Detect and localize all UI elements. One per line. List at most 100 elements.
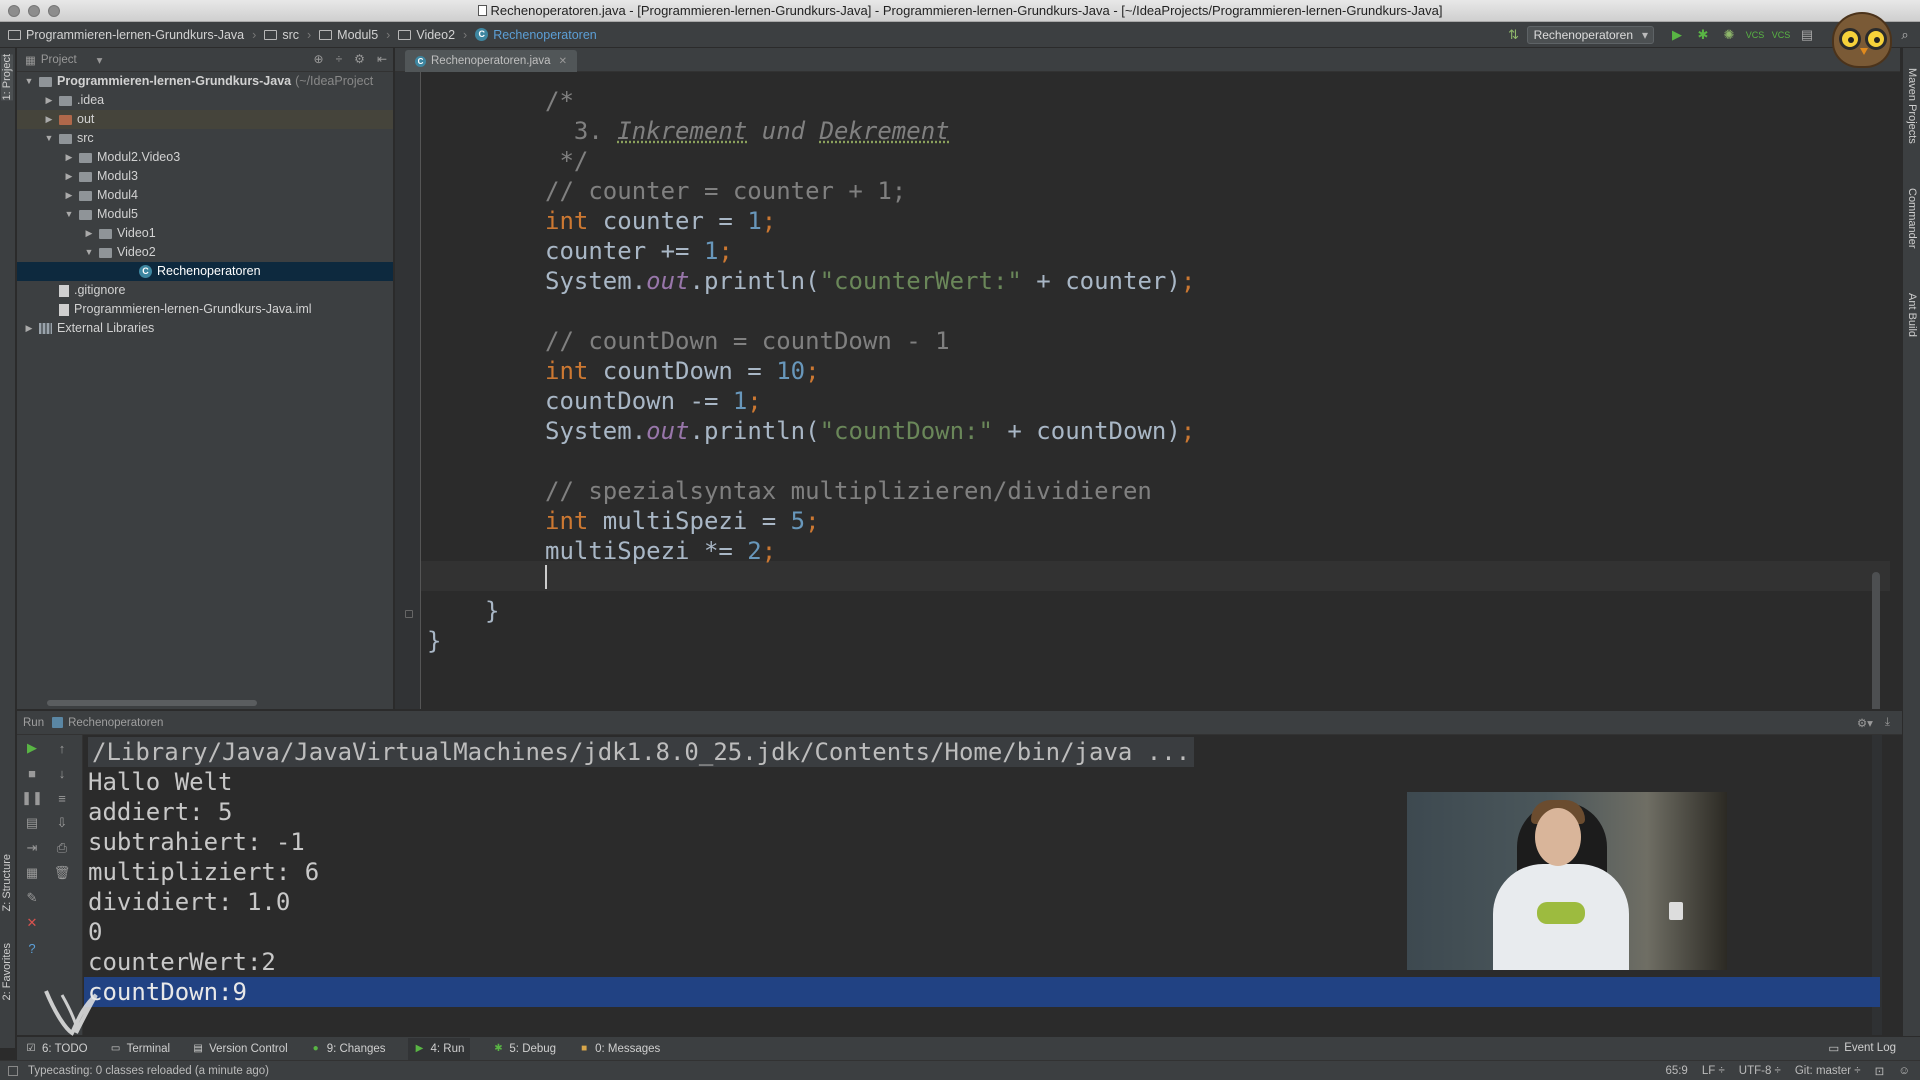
zoom-window-button[interactable] — [48, 5, 60, 17]
expanded-arrow-icon[interactable]: ▼ — [23, 72, 35, 91]
trash-icon[interactable]: 🗑 — [53, 864, 71, 882]
favorites-tool-tab[interactable]: 2: Favorites — [1, 943, 13, 1000]
tree-row[interactable]: ▶ out — [17, 110, 393, 129]
layout-icon[interactable]: ▦ — [23, 864, 41, 882]
run-play-icon[interactable]: ▶ — [1667, 25, 1687, 45]
debug-tool-button[interactable]: ✱ 5: Debug — [492, 1043, 556, 1055]
breadcrumb-src[interactable]: src › — [264, 28, 311, 42]
vcs-commit-icon[interactable]: VCS — [1771, 25, 1791, 45]
scroll-to-end-icon[interactable]: ⇩ — [53, 814, 71, 832]
collapsed-arrow-icon[interactable]: ▶ — [43, 110, 55, 129]
hide-panel-icon[interactable]: ⇤ — [377, 52, 387, 66]
caret-position[interactable]: 65:9 — [1665, 1065, 1687, 1077]
debug-bug-icon[interactable]: ✱ — [1693, 25, 1713, 45]
close-window-button[interactable] — [8, 5, 20, 17]
version-control-tool-button[interactable]: ▤ Version Control — [192, 1043, 287, 1055]
changes-tool-button[interactable]: ● 9: Changes — [310, 1043, 386, 1055]
search-everywhere-icon[interactable]: ⌕ — [1895, 25, 1915, 45]
collapsed-arrow-icon[interactable]: ▶ — [23, 319, 35, 338]
build-icon[interactable]: ⇅ — [1504, 25, 1524, 45]
inspection-icon[interactable]: ☺ — [1898, 1065, 1910, 1077]
pause-icon[interactable]: ❚❚ — [21, 789, 43, 807]
code-editor[interactable]: /* 3. Inkrement und Dekrement */// count… — [421, 72, 1890, 709]
tab-rechenoperatoren-java[interactable]: C Rechenoperatoren.java ✕ — [405, 50, 577, 72]
collapsed-arrow-icon[interactable]: ▶ — [63, 148, 75, 167]
collapsed-arrow-icon[interactable]: ▶ — [83, 224, 95, 243]
gear-icon[interactable]: ⚙▾ — [1857, 716, 1873, 730]
tool-windows-icon[interactable] — [8, 1065, 18, 1076]
run-tool-button[interactable]: ▶ 4: Run — [407, 1037, 471, 1060]
dump-threads-icon[interactable]: ▤ — [23, 814, 41, 832]
commander-tab[interactable]: Commander — [1906, 188, 1918, 249]
exit-icon[interactable]: ⇥ — [23, 839, 41, 857]
vcs-update-icon[interactable]: VCS — [1745, 25, 1765, 45]
file-icon — [59, 284, 69, 297]
tree-row[interactable]: ▼ Video2 — [17, 243, 393, 262]
collapsed-arrow-icon[interactable]: ▶ — [63, 186, 75, 205]
changes-icon: ● — [312, 1043, 319, 1054]
tree-row[interactable]: ▼ Modul5 — [17, 205, 393, 224]
collapse-all-icon[interactable]: ÷ — [336, 52, 343, 66]
tree-row[interactable]: ▶ External Libraries — [17, 319, 393, 338]
arrow-down-icon[interactable]: ↓ — [53, 764, 71, 782]
tree-item-label: .gitignore — [74, 283, 126, 297]
tree-item-label: Programmieren-lernen-Grundkurs-Java.iml — [74, 302, 312, 316]
project-tool-tab[interactable]: 1: Project — [1, 54, 13, 101]
tree-row[interactable]: Programmieren-lernen-Grundkurs-Java.iml — [17, 300, 393, 319]
pin-icon[interactable]: ✎ — [23, 889, 41, 907]
breadcrumb-project[interactable]: Programmieren-lernen-Grundkurs-Java › — [8, 28, 256, 42]
print-icon[interactable]: ⎙ — [53, 839, 71, 857]
gear-icon[interactable]: ⚙ — [354, 52, 365, 66]
hide-panel-icon[interactable]: ⤓ — [1885, 716, 1890, 730]
stop-icon[interactable]: ■ — [23, 764, 41, 782]
tree-row[interactable]: ▶ Modul2.Video3 — [17, 148, 393, 167]
coverage-icon[interactable]: ✺ — [1719, 25, 1739, 45]
line-separator-selector[interactable]: LF ÷ — [1702, 1065, 1725, 1077]
close-icon[interactable]: ✕ — [23, 914, 41, 932]
ant-build-tab[interactable]: Ant Build — [1906, 293, 1918, 337]
tree-row[interactable]: ▶ .idea — [17, 91, 393, 110]
code-line: multiSpezi *= 2; — [545, 537, 777, 565]
tree-row[interactable]: ▶ Video1 — [17, 224, 393, 243]
expanded-arrow-icon[interactable]: ▼ — [43, 129, 55, 148]
tree-row[interactable]: ▶ Modul3 — [17, 167, 393, 186]
breadcrumb-rechenoperatoren[interactable]: C Rechenoperatoren — [475, 28, 597, 42]
run-configuration-select[interactable]: Rechenoperatoren — [1526, 26, 1654, 44]
arrow-up-icon[interactable]: ↑ — [53, 739, 71, 757]
scroll-from-source-icon[interactable]: ⊕ — [314, 52, 324, 66]
expanded-arrow-icon[interactable]: ▼ — [63, 205, 75, 224]
breadcrumb-modul5[interactable]: Modul5 › — [319, 28, 390, 42]
structure-tool-tab[interactable]: Z: Structure — [1, 854, 13, 911]
event-log-button[interactable]: ▭ Event Log — [1828, 1041, 1896, 1055]
folder-icon — [59, 133, 72, 144]
fold-marker-icon[interactable] — [405, 610, 413, 618]
collapsed-arrow-icon[interactable]: ▶ — [63, 167, 75, 186]
run-config-tab[interactable]: Rechenoperatoren — [52, 717, 163, 729]
encoding-selector[interactable]: UTF-8 ÷ — [1739, 1065, 1781, 1077]
minimize-window-button[interactable] — [28, 5, 40, 17]
messages-tool-button[interactable]: ■ 0: Messages — [578, 1043, 660, 1055]
help-icon[interactable]: ? — [23, 939, 41, 957]
horizontal-scrollbar[interactable] — [47, 700, 257, 706]
collapsed-arrow-icon[interactable]: ▶ — [43, 91, 55, 110]
tree-row[interactable]: ▼ Programmieren-lernen-Grundkurs-Java (~/I… — [17, 72, 393, 91]
todo-tool-button[interactable]: ☑ 6: TODO — [25, 1043, 88, 1055]
terminal-tool-button[interactable]: ▭ Terminal — [110, 1043, 170, 1055]
project-view-selector[interactable]: Project — [41, 54, 77, 66]
git-branch-selector[interactable]: Git: master ÷ — [1795, 1065, 1861, 1077]
settings-icon[interactable]: ▤ — [1797, 25, 1817, 45]
chevron-down-icon[interactable]: ▾ — [97, 53, 103, 67]
tree-row[interactable]: ▶ Modul4 — [17, 186, 393, 205]
rerun-play-icon[interactable]: ▶ — [23, 739, 41, 757]
tree-row[interactable]: C Rechenoperatoren — [17, 262, 393, 281]
close-tab-icon[interactable]: ✕ — [559, 56, 567, 67]
lock-icon[interactable]: ⊡ — [1875, 1064, 1885, 1078]
editor-tab-bar: C Rechenoperatoren.java ✕ — [395, 48, 1900, 72]
breadcrumb-video2[interactable]: Video2 › — [398, 28, 467, 42]
soft-wrap-icon[interactable]: ≡ — [53, 789, 71, 807]
editor-vertical-scrollbar[interactable] — [1872, 572, 1880, 709]
expanded-arrow-icon[interactable]: ▼ — [83, 243, 95, 262]
maven-projects-tab[interactable]: Maven Projects — [1906, 68, 1918, 144]
tree-row[interactable]: ▼ src — [17, 129, 393, 148]
tree-row[interactable]: .gitignore — [17, 281, 393, 300]
